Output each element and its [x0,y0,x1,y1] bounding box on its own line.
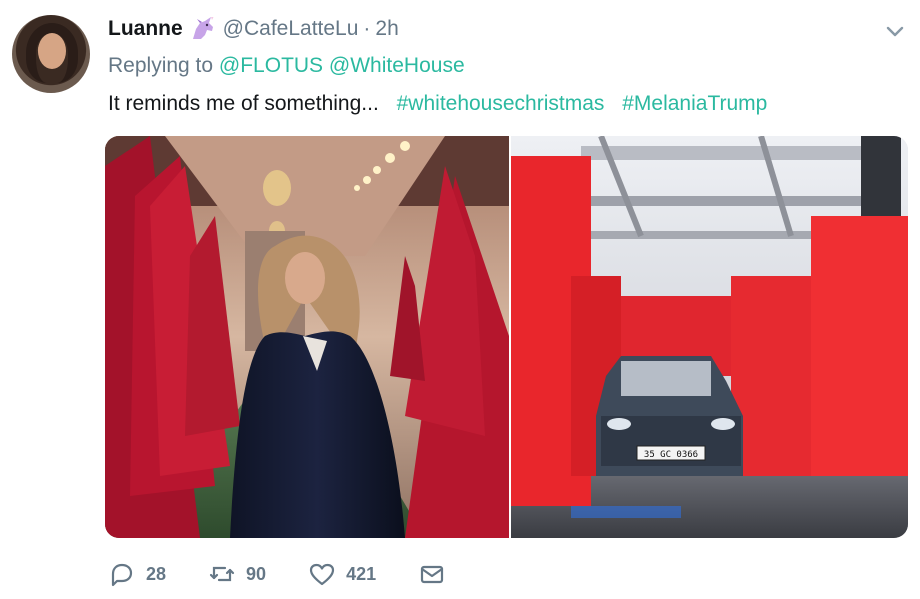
mention-whitehouse[interactable]: @WhiteHouse [329,54,465,77]
car-wash-photo[interactable]: 35 GC 0366 [511,136,908,538]
user-handle[interactable]: @CafeLatteLu [223,17,359,41]
reply-button[interactable]: 28 [108,560,166,588]
like-count: 421 [346,563,377,584]
chevron-down-icon[interactable] [884,20,906,42]
avatar-face [38,33,66,69]
retweet-button[interactable]: 90 [208,560,266,588]
direct-message-button[interactable] [418,560,456,588]
tweet-text: It reminds me of something... #whitehous… [108,92,767,116]
retweet-icon [209,566,235,582]
reply-icon [111,563,133,587]
reply-prefix: Replying to [108,54,214,77]
tweet-time[interactable]: 2h [375,17,398,41]
tweet-header: Luanne @CafeLatteLu · 2h [108,14,399,44]
tweet-actions: 28 90 421 [108,558,498,590]
tweet: Luanne @CafeLatteLu · 2h Replying to @FL… [0,0,920,599]
separator-dot: · [363,17,371,40]
license-plate-text: 35 GC 0366 [644,450,698,460]
heart-icon [309,563,335,586]
mention-flotus[interactable]: @FLOTUS [219,54,323,77]
tweet-body: It reminds me of something... [108,92,379,115]
tweet-media: 35 GC 0366 [105,136,908,538]
red-trees-hallway-photo[interactable] [105,136,509,538]
hashtag-melaniatrump[interactable]: #MelaniaTrump [622,92,767,115]
like-button[interactable]: 421 [308,560,376,588]
display-name[interactable]: Luanne [108,17,183,41]
reply-context: Replying to @FLOTUS @WhiteHouse [108,54,465,78]
reply-count: 28 [146,563,167,584]
retweet-count: 90 [246,563,267,584]
unicorn-icon [190,16,216,41]
hashtag-whitehousechristmas[interactable]: #whitehousechristmas [397,92,605,115]
envelope-icon [421,565,444,584]
avatar[interactable] [12,15,90,93]
